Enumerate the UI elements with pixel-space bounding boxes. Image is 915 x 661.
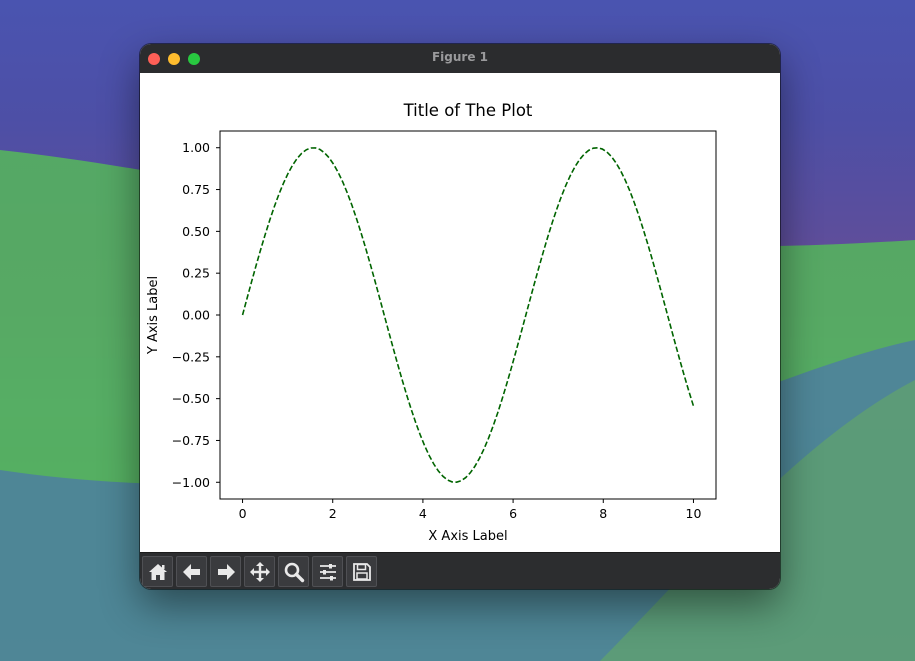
chart: Title of The Plot 0 2 4 6 8 10 1.00 0.75 0.50 0.… — [146, 101, 717, 544]
x-ticks: 0 2 4 6 8 10 — [239, 499, 702, 521]
x-tick-label: 0 — [239, 506, 247, 521]
forward-arrow-icon — [218, 564, 235, 580]
pan-move-icon — [250, 562, 270, 582]
x-tick-label: 8 — [599, 506, 607, 521]
y-tick-label: 0.50 — [182, 224, 210, 239]
y-tick-label: 0.00 — [182, 308, 210, 323]
axes-frame — [219, 130, 717, 500]
configure-subplots-button[interactable] — [312, 556, 343, 587]
pan-button[interactable] — [244, 556, 275, 587]
y-tick-label: 0.75 — [182, 182, 210, 197]
home-icon — [149, 564, 167, 580]
x-tick-label: 10 — [686, 506, 702, 521]
x-tick-label: 2 — [329, 506, 337, 521]
back-arrow-icon — [183, 564, 200, 580]
configure-subplots-icon — [320, 564, 336, 581]
zoom-button[interactable] — [278, 556, 309, 587]
window-title: Figure 1 — [431, 50, 489, 64]
x-tick-label: 4 — [419, 506, 427, 521]
save-button[interactable] — [346, 556, 377, 587]
y-tick-label: −1.00 — [172, 475, 210, 490]
plot-canvas[interactable]: Title of The Plot 0 2 4 6 8 10 1.00 0.75 0.50 0.… — [140, 73, 780, 552]
y-tick-label: 1.00 — [182, 140, 210, 155]
series-group — [241, 146, 695, 483]
back-button[interactable] — [176, 556, 207, 587]
figure-window: Figure 1 Title of The Plot 0 2 4 6 8 10 1.00 0… — [140, 44, 780, 589]
save-floppy-icon — [353, 563, 371, 581]
x-axis-label: X Axis Label — [428, 529, 507, 544]
title-bar: Figure 1 — [140, 44, 780, 74]
navigation-toolbar — [140, 552, 780, 589]
series-line — [241, 146, 695, 483]
home-button[interactable] — [142, 556, 173, 587]
x-tick-label: 6 — [509, 506, 517, 521]
y-tick-label: −0.50 — [172, 391, 210, 406]
zoom-magnifier-icon — [284, 562, 305, 583]
y-ticks: 1.00 0.75 0.50 0.25 0.00 −0.25 −0.50 −0.75 −1.00 — [172, 140, 220, 490]
y-axis-label: Y Axis Label — [146, 276, 161, 355]
y-tick-label: −0.25 — [172, 349, 210, 364]
y-tick-label: 0.25 — [182, 266, 210, 281]
forward-button[interactable] — [210, 556, 241, 587]
chart-title: Title of The Plot — [403, 101, 533, 120]
y-tick-label: −0.75 — [172, 433, 210, 448]
